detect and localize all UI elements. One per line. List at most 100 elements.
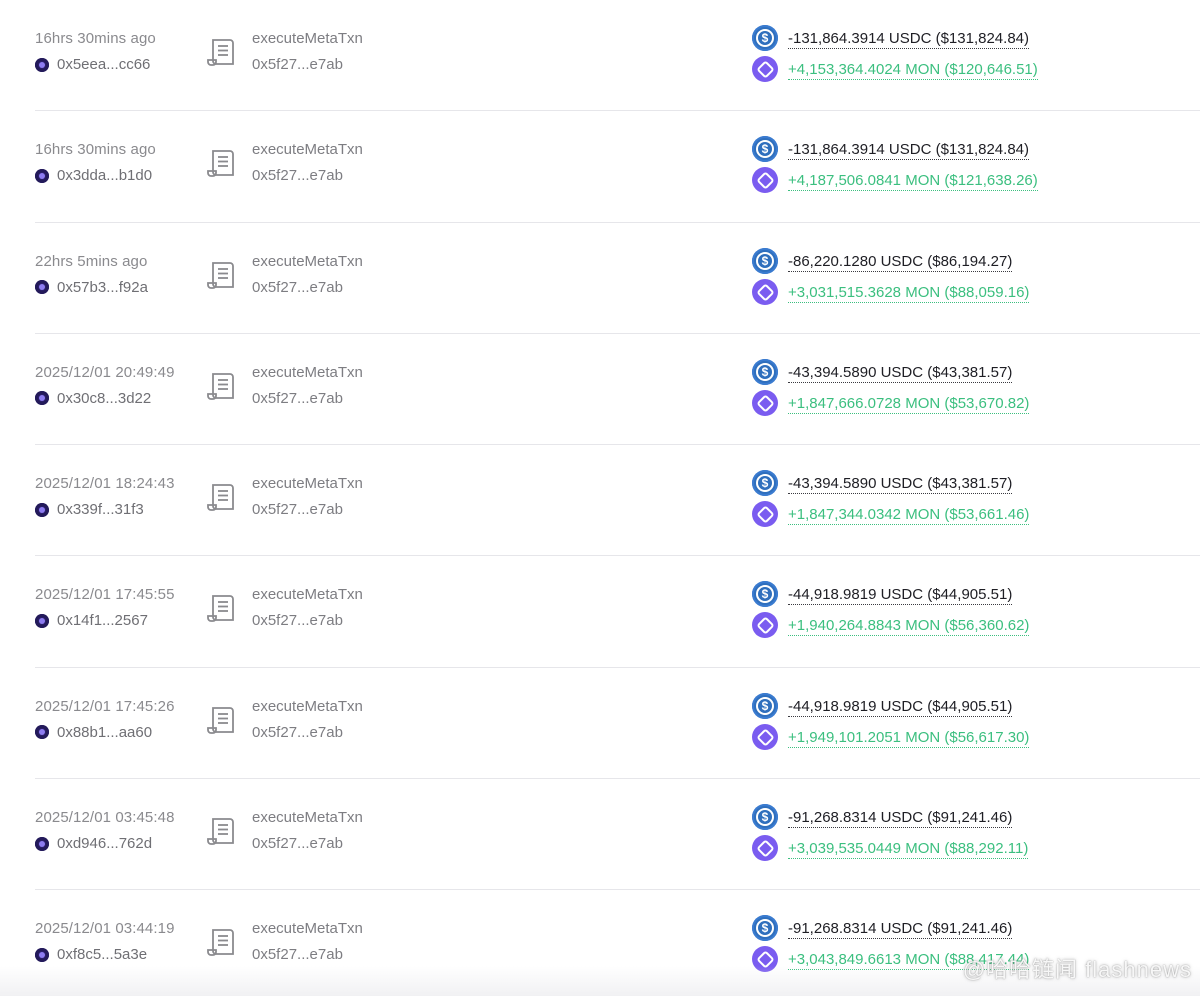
tx-from-address[interactable]: 0x339f...31f3 xyxy=(35,501,144,518)
usdc-token-icon: $ xyxy=(752,581,778,608)
mon-token-icon xyxy=(752,278,778,305)
tx-contract[interactable]: 0x5f27...e7ab xyxy=(252,279,343,296)
document-icon xyxy=(207,39,234,66)
amount-out[interactable]: -131,864.3914 USDC ($131,824.84) xyxy=(788,30,1029,49)
amount-out[interactable]: -91,268.8314 USDC ($91,241.46) xyxy=(788,920,1013,940)
amount-in[interactable]: +3,031,515.3628 MON ($88,059.16) xyxy=(788,284,1030,303)
address-label[interactable]: 0xd946...762d xyxy=(57,835,152,852)
tx-contract[interactable]: 0x5f27...e7ab xyxy=(252,501,343,518)
amount-out[interactable]: -91,268.8314 USDC ($91,241.46) xyxy=(788,809,1013,829)
tx-from-address[interactable]: 0x57b3...f92a xyxy=(35,279,148,296)
tx-contract[interactable]: 0x5f27...e7ab xyxy=(252,835,343,852)
usdc-token-icon: $ xyxy=(752,915,778,942)
tx-from-address[interactable]: 0x3dda...b1d0 xyxy=(35,167,152,184)
address-label[interactable]: 0x57b3...f92a xyxy=(57,279,148,296)
address-label[interactable]: 0x5eea...cc66 xyxy=(57,56,150,73)
tx-method: executeMetaTxn xyxy=(252,697,363,715)
address-label[interactable]: 0xf8c5...5a3e xyxy=(57,946,147,963)
tx-from-address[interactable]: 0xd946...762d xyxy=(35,835,152,852)
tx-contract[interactable]: 0x5f27...e7ab xyxy=(252,56,343,73)
amount-out[interactable]: -86,220.1280 USDC ($86,194.27) xyxy=(788,253,1013,272)
document-icon xyxy=(207,595,234,623)
watermark: @哈哈链闻 flashnews xyxy=(962,957,1192,982)
tx-time: 2025/12/01 18:24:43 xyxy=(35,475,175,493)
tx-from-address[interactable]: 0x5eea...cc66 xyxy=(35,56,150,73)
transaction-list: 16hrs 30mins ago 0x5eea...cc66 executeMe… xyxy=(0,0,1200,1002)
address-label[interactable]: 0x88b1...aa60 xyxy=(57,724,152,741)
address-avatar-icon xyxy=(35,168,49,183)
usdc-token-icon: $ xyxy=(752,692,778,719)
amount-out[interactable]: -44,918.9819 USDC ($44,905.51) xyxy=(788,586,1013,606)
mon-token-icon xyxy=(752,389,778,416)
amount-in[interactable]: +4,153,364.4024 MON ($120,646.51) xyxy=(788,61,1038,80)
address-avatar-icon xyxy=(35,836,49,851)
tx-time: 16hrs 30mins ago xyxy=(35,141,156,159)
tx-method: executeMetaTxn xyxy=(252,475,363,493)
amount-out[interactable]: -44,918.9819 USDC ($44,905.51) xyxy=(788,698,1013,717)
document-icon xyxy=(207,818,234,845)
tx-contract[interactable]: 0x5f27...e7ab xyxy=(252,724,343,741)
address-avatar-icon xyxy=(35,57,49,72)
address-avatar-icon xyxy=(35,947,49,962)
tx-from-address[interactable]: 0x14f1...2567 xyxy=(35,612,148,629)
address-avatar-icon xyxy=(35,502,49,517)
tx-time: 2025/12/01 20:49:49 xyxy=(35,363,175,381)
table-row: 2025/12/01 17:45:26 0x88b1...aa60 execut… xyxy=(0,668,1200,780)
usdc-token-icon: $ xyxy=(752,358,778,385)
tx-from-address[interactable]: 0x30c8...3d22 xyxy=(35,390,151,407)
address-label[interactable]: 0x30c8...3d22 xyxy=(57,390,151,407)
table-row: 2025/12/01 03:45:48 0xd946...762d execut… xyxy=(0,779,1200,891)
tx-method: executeMetaTxn xyxy=(252,30,363,47)
table-row: 2025/12/01 20:49:49 0x30c8...3d22 execut… xyxy=(0,334,1200,446)
usdc-token-icon: $ xyxy=(752,804,778,831)
amount-in[interactable]: +1,847,666.0728 MON ($53,670.82) xyxy=(788,395,1030,414)
amount-out[interactable]: -43,394.5890 USDC ($43,381.57) xyxy=(788,364,1013,383)
amount-in[interactable]: +1,847,344.0342 MON ($53,661.46) xyxy=(788,506,1030,526)
tx-time: 22hrs 5mins ago xyxy=(35,252,148,270)
amount-in[interactable]: +1,949,101.2051 MON ($56,617.30) xyxy=(788,729,1030,748)
tx-method: executeMetaTxn xyxy=(252,141,363,159)
amount-in[interactable]: +1,940,264.8843 MON ($56,360.62) xyxy=(788,617,1030,637)
document-icon xyxy=(207,929,234,957)
table-row: 2025/12/01 17:45:55 0x14f1...2567 execut… xyxy=(0,556,1200,668)
usdc-token-icon: $ xyxy=(752,136,778,163)
address-avatar-icon xyxy=(35,280,49,295)
tx-method: executeMetaTxn xyxy=(252,809,363,827)
tx-time: 2025/12/01 03:44:19 xyxy=(35,920,175,938)
tx-contract[interactable]: 0x5f27...e7ab xyxy=(252,612,343,629)
address-label[interactable]: 0x339f...31f3 xyxy=(57,501,144,518)
tx-contract[interactable]: 0x5f27...e7ab xyxy=(252,390,343,407)
mon-token-icon xyxy=(752,723,778,750)
address-avatar-icon xyxy=(35,725,49,740)
amount-out[interactable]: -131,864.3914 USDC ($131,824.84) xyxy=(788,141,1029,161)
tx-time: 2025/12/01 17:45:26 xyxy=(35,697,175,715)
tx-contract[interactable]: 0x5f27...e7ab xyxy=(252,167,343,184)
tx-method: executeMetaTxn xyxy=(252,586,363,604)
address-label[interactable]: 0x3dda...b1d0 xyxy=(57,167,152,184)
document-icon xyxy=(207,706,234,734)
tx-from-address[interactable]: 0x88b1...aa60 xyxy=(35,724,152,741)
tx-time: 2025/12/01 03:45:48 xyxy=(35,809,175,827)
address-avatar-icon xyxy=(35,391,49,406)
amount-out[interactable]: -43,394.5890 USDC ($43,381.57) xyxy=(788,475,1013,495)
mon-token-icon xyxy=(752,612,778,639)
tx-from-address[interactable]: 0xf8c5...5a3e xyxy=(35,946,147,963)
document-icon xyxy=(207,372,234,400)
tx-time: 16hrs 30mins ago xyxy=(35,30,156,47)
mon-token-icon xyxy=(752,946,778,973)
tx-contract[interactable]: 0x5f27...e7ab xyxy=(252,946,343,963)
mon-token-icon xyxy=(752,167,778,194)
table-row: 16hrs 30mins ago 0x5eea...cc66 executeMe… xyxy=(0,0,1200,112)
amount-in[interactable]: +3,039,535.0449 MON ($88,292.11) xyxy=(788,840,1029,860)
table-row: 2025/12/01 18:24:43 0x339f...31f3 execut… xyxy=(0,445,1200,557)
mon-token-icon xyxy=(752,835,778,862)
address-label[interactable]: 0x14f1...2567 xyxy=(57,612,148,629)
document-icon xyxy=(207,484,234,512)
mon-token-icon xyxy=(752,56,778,82)
mon-token-icon xyxy=(752,501,778,528)
document-icon xyxy=(207,150,234,178)
document-icon xyxy=(207,261,234,289)
tx-time: 2025/12/01 17:45:55 xyxy=(35,586,175,604)
amount-in[interactable]: +4,187,506.0841 MON ($121,638.26) xyxy=(788,172,1038,192)
usdc-token-icon: $ xyxy=(752,25,778,51)
